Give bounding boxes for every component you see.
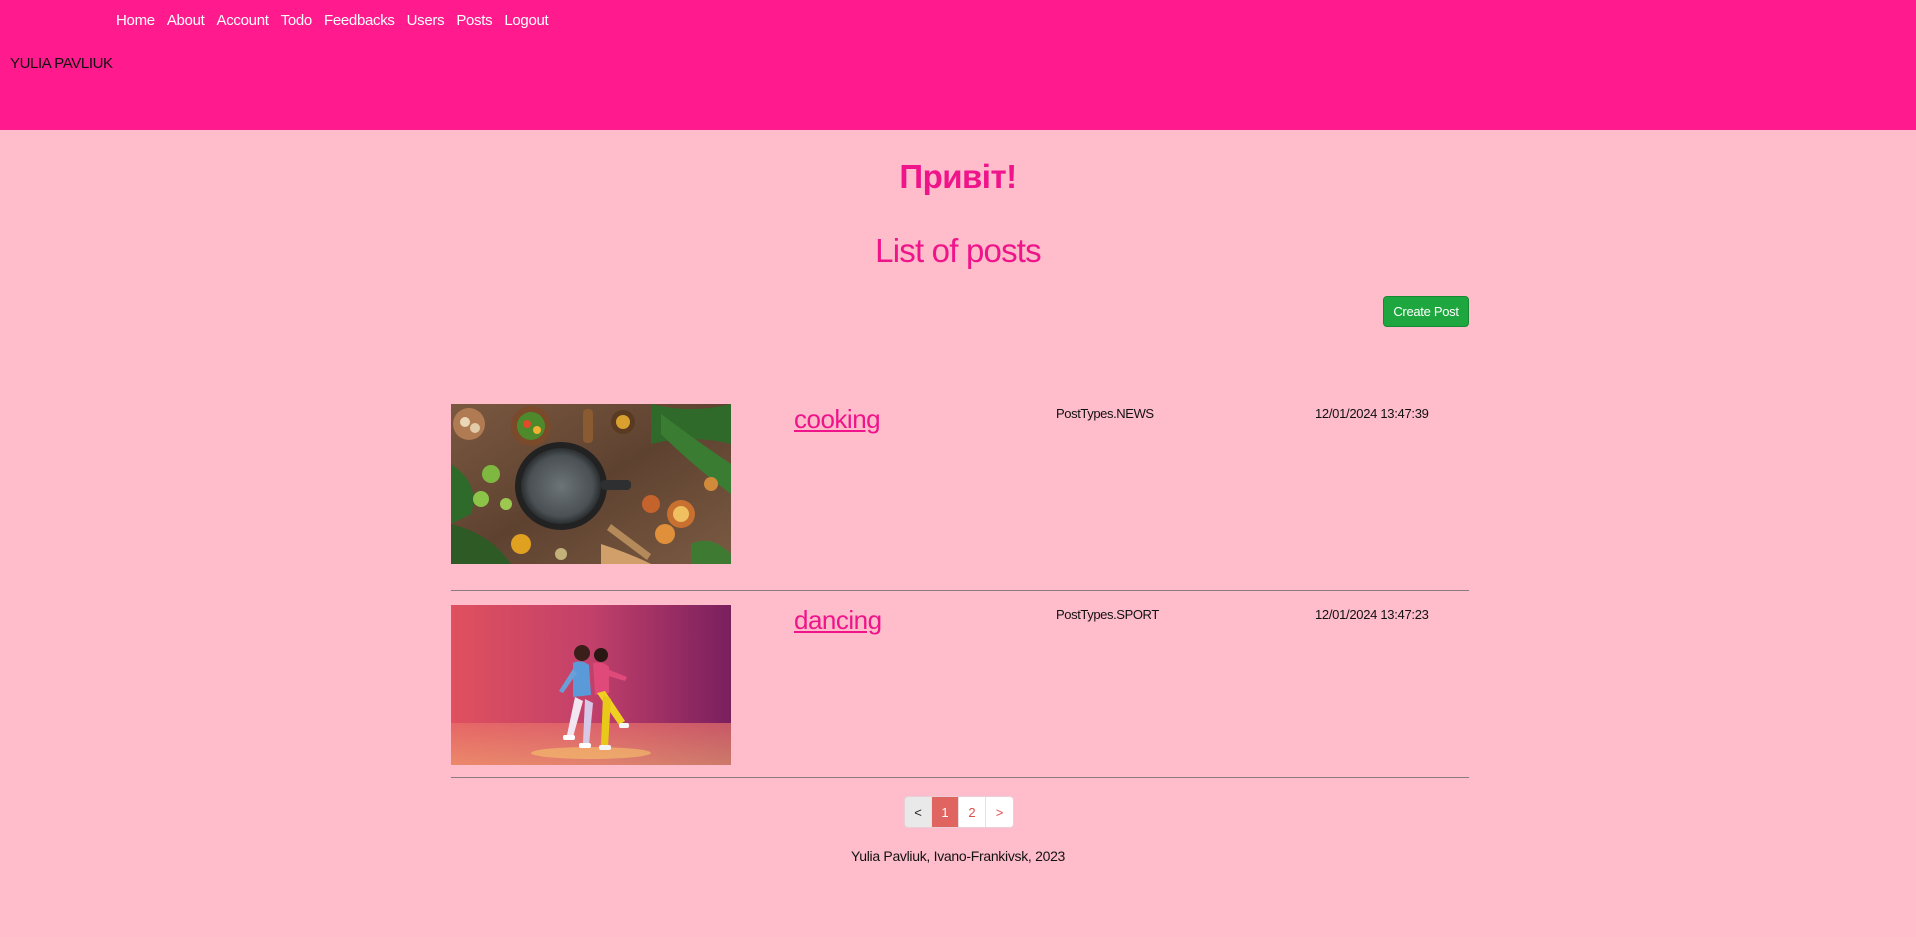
nav-posts-link[interactable]: Posts: [456, 11, 492, 31]
nav-feedbacks-link[interactable]: Feedbacks: [324, 11, 395, 31]
cooking-photo-image: [451, 404, 731, 564]
greeting-heading: Привіт!: [899, 158, 1017, 195]
pagination-page-1[interactable]: 1: [932, 797, 959, 827]
nav-account-link[interactable]: Account: [217, 11, 269, 31]
main-nav: Home About Account Todo Feedbacks Users …: [116, 11, 560, 31]
pagination: < 1 2 >: [904, 796, 1014, 828]
post-title-link[interactable]: dancing: [794, 605, 882, 636]
nav-todo-link[interactable]: Todo: [281, 11, 313, 31]
post-type: PostTypes.NEWS: [1056, 406, 1154, 421]
create-post-button[interactable]: Create Post: [1383, 296, 1469, 327]
pagination-next-button[interactable]: >: [986, 797, 1013, 827]
footer-text: Yulia Pavliuk, Ivano-Frankivsk, 2023: [850, 848, 1066, 864]
post-title-link[interactable]: cooking: [794, 404, 881, 435]
post-type: PostTypes.SPORT: [1056, 607, 1159, 622]
pagination-prev-button[interactable]: <: [905, 797, 932, 827]
posts-list: cooking PostTypes.NEWS 12/01/2024 13:47:…: [451, 404, 1469, 778]
header-bar: Home About Account Todo Feedbacks Users …: [0, 0, 1916, 130]
post-thumbnail-dancing: [451, 605, 731, 765]
brand-name: YULIA PAVLIUK: [10, 55, 113, 72]
dancing-photo-image: [451, 605, 731, 765]
nav-home-link[interactable]: Home: [116, 11, 155, 31]
post-thumbnail-cooking: [451, 404, 731, 564]
post-date: 12/01/2024 13:47:39: [1315, 406, 1429, 421]
post-date: 12/01/2024 13:47:23: [1315, 607, 1429, 622]
post-row: dancing PostTypes.SPORT 12/01/2024 13:47…: [451, 591, 1469, 778]
nav-users-link[interactable]: Users: [407, 11, 445, 31]
post-row: cooking PostTypes.NEWS 12/01/2024 13:47:…: [451, 404, 1469, 591]
page-title: List of posts: [875, 232, 1041, 269]
nav-about-link[interactable]: About: [167, 11, 205, 31]
pagination-page-2[interactable]: 2: [959, 797, 986, 827]
nav-logout-link[interactable]: Logout: [504, 11, 548, 31]
